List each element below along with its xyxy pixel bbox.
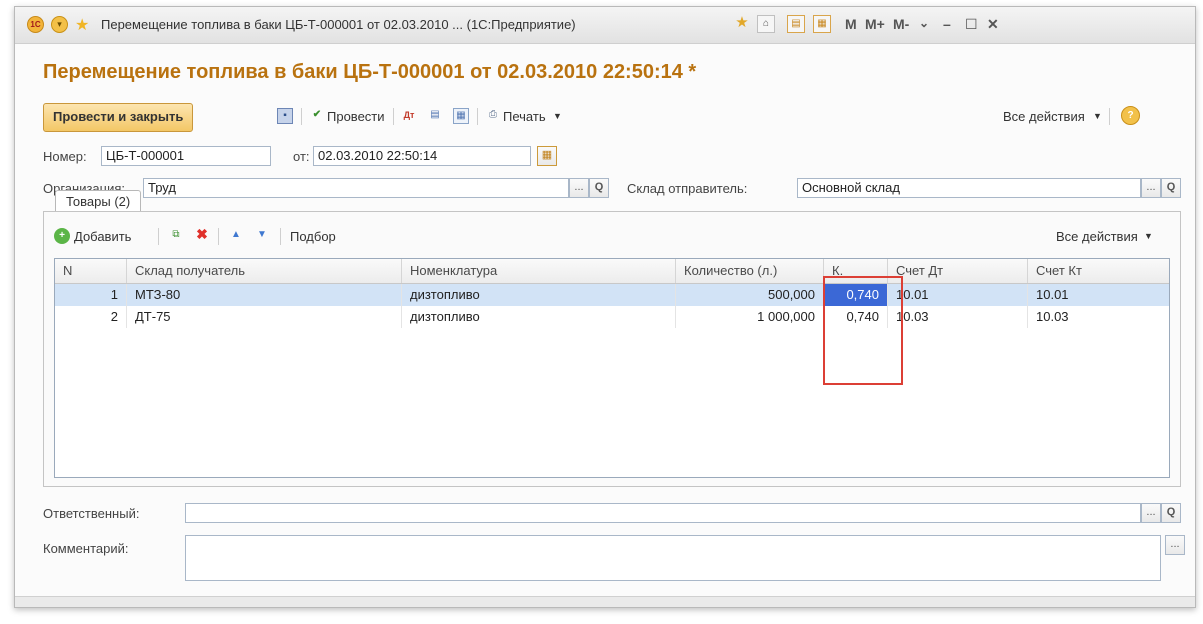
credit-account-cell[interactable]: 10.01 <box>1028 284 1169 306</box>
printer-icon[interactable]: ⎙ <box>485 108 501 124</box>
number-label: Номер: <box>43 149 87 164</box>
document-toolbar: Провести и закрыть ▪ ✔ Провести Дт ▤ ▦ ⎙… <box>43 103 1181 132</box>
toolbar-separator <box>218 228 219 245</box>
coefficient-column-highlight <box>823 276 903 385</box>
add-favorite-icon[interactable]: ★ <box>733 15 751 33</box>
table-header: N Склад получатель Номенклатура Количест… <box>55 259 1169 284</box>
quantity-cell[interactable]: 500,000 <box>676 284 824 306</box>
print-button[interactable]: Печать <box>503 109 546 124</box>
row-number: 2 <box>55 306 127 328</box>
warehouse-label: Склад отправитель: <box>627 181 748 196</box>
toolbar-separator <box>393 108 394 125</box>
organization-search-icon[interactable]: Q <box>589 178 609 198</box>
column-header-quantity[interactable]: Количество (л.) <box>676 259 824 283</box>
report-icon[interactable]: ▦ <box>453 108 469 124</box>
column-header-warehouse[interactable]: Склад получатель <box>127 259 402 283</box>
table-row[interactable]: 2 ДТ-75 дизтопливо 1 000,000 0,740 10.03… <box>55 306 1169 328</box>
receiver-warehouse-cell[interactable]: МТЗ-80 <box>127 284 402 306</box>
toolbar-separator <box>1109 108 1110 125</box>
comment-edit-icon[interactable]: ... <box>1165 535 1185 555</box>
debit-account-cell[interactable]: 10.03 <box>888 306 1028 328</box>
post-icon[interactable]: ✔ <box>309 108 325 124</box>
debit-credit-icon[interactable]: Дт <box>401 108 417 124</box>
move-down-icon[interactable]: ▼ <box>254 228 270 244</box>
memory-add-button[interactable]: M+ <box>865 16 885 32</box>
calculator-icon[interactable]: ▤ <box>787 15 805 33</box>
main-menu-icon[interactable]: ▾ <box>51 16 68 33</box>
responsible-field[interactable] <box>185 503 1141 523</box>
toolbar-separator <box>477 108 478 125</box>
goods-tab-panel: + Добавить ⧉ ✖ ▲ ▼ Подбор Все действия ▼… <box>43 211 1181 487</box>
goods-toolbar: + Добавить ⧉ ✖ ▲ ▼ Подбор Все действия ▼ <box>54 224 1170 248</box>
minimize-icon[interactable]: – <box>943 16 951 32</box>
row-number: 1 <box>55 284 127 306</box>
all-actions-dropdown-icon[interactable]: ▼ <box>1093 111 1102 121</box>
receiver-warehouse-cell[interactable]: ДТ-75 <box>127 306 402 328</box>
window-bottom-edge <box>15 596 1195 607</box>
responsible-select-icon[interactable]: ... <box>1141 503 1161 523</box>
responsible-search-icon[interactable]: Q <box>1161 503 1181 523</box>
memory-store-button[interactable]: M <box>845 16 857 32</box>
toolbar-separator <box>158 228 159 245</box>
add-row-button[interactable]: Добавить <box>74 229 131 244</box>
comment-label: Комментарий: <box>43 541 129 556</box>
document-window: 1С ▾ ★ Перемещение топлива в баки ЦБ-Т-0… <box>14 6 1196 608</box>
favorites-star-icon[interactable]: ★ <box>75 15 89 35</box>
organization-select-icon[interactable]: ... <box>569 178 589 198</box>
toolbar-separator <box>280 228 281 245</box>
post-button[interactable]: Провести <box>327 109 385 124</box>
close-icon[interactable]: ✕ <box>987 16 999 33</box>
goods-all-actions-button[interactable]: Все действия <box>1056 229 1138 244</box>
date-label: от: <box>293 149 310 164</box>
credit-account-cell[interactable]: 10.03 <box>1028 306 1169 328</box>
pick-button[interactable]: Подбор <box>290 229 336 244</box>
window-title: Перемещение топлива в баки ЦБ-Т-000001 о… <box>101 17 576 32</box>
toolbar-separator <box>301 108 302 125</box>
all-actions-button[interactable]: Все действия <box>1003 109 1085 124</box>
print-dropdown-icon[interactable]: ▼ <box>553 111 562 121</box>
maximize-icon[interactable]: ☐ <box>965 16 978 33</box>
calendar-picker-icon[interactable]: ▦ <box>537 146 557 166</box>
item-cell[interactable]: дизтопливо <box>402 284 676 306</box>
list-icon[interactable]: ▤ <box>427 108 443 124</box>
add-icon[interactable]: + <box>54 228 70 244</box>
save-icon[interactable]: ▪ <box>277 108 293 124</box>
date-field[interactable]: 02.03.2010 22:50:14 <box>313 146 531 166</box>
link-icon[interactable]: ⌂ <box>757 15 775 33</box>
column-header-credit-account[interactable]: Счет Кт <box>1028 259 1169 283</box>
responsible-label: Ответственный: <box>43 506 140 521</box>
move-up-icon[interactable]: ▲ <box>228 228 244 244</box>
app-logo-icon[interactable]: 1С <box>27 16 44 33</box>
warehouse-field[interactable]: Основной склад <box>797 178 1141 198</box>
warehouse-search-icon[interactable]: Q <box>1161 178 1181 198</box>
title-bar: 1С ▾ ★ Перемещение топлива в баки ЦБ-Т-0… <box>15 7 1195 44</box>
number-field[interactable]: ЦБ-Т-000001 <box>101 146 271 166</box>
calendar-icon[interactable]: ▦ <box>813 15 831 33</box>
comment-field[interactable] <box>185 535 1161 581</box>
memory-dropdown-icon[interactable]: ⌄ <box>919 16 929 30</box>
quantity-cell[interactable]: 1 000,000 <box>676 306 824 328</box>
debit-account-cell[interactable]: 10.01 <box>888 284 1028 306</box>
goods-all-actions-dropdown-icon[interactable]: ▼ <box>1144 231 1153 241</box>
column-header-item[interactable]: Номенклатура <box>402 259 676 283</box>
warehouse-select-icon[interactable]: ... <box>1141 178 1161 198</box>
help-icon[interactable]: ? <box>1121 106 1140 125</box>
document-header: Перемещение топлива в баки ЦБ-Т-000001 о… <box>43 61 697 83</box>
organization-field[interactable]: Труд <box>143 178 569 198</box>
tab-goods[interactable]: Товары (2) <box>55 190 142 213</box>
table-row[interactable]: 1 МТЗ-80 дизтопливо 500,000 0,740 10.01 … <box>55 284 1169 306</box>
memory-subtract-button[interactable]: M- <box>893 16 909 32</box>
column-header-n[interactable]: N <box>55 259 127 283</box>
copy-row-icon[interactable]: ⧉ <box>168 228 184 244</box>
delete-row-icon[interactable]: ✖ <box>194 227 210 243</box>
post-and-close-button[interactable]: Провести и закрыть <box>43 103 194 132</box>
goods-table: N Склад получатель Номенклатура Количест… <box>54 258 1170 478</box>
column-header-debit-account[interactable]: Счет Дт <box>888 259 1028 283</box>
item-cell[interactable]: дизтопливо <box>402 306 676 328</box>
